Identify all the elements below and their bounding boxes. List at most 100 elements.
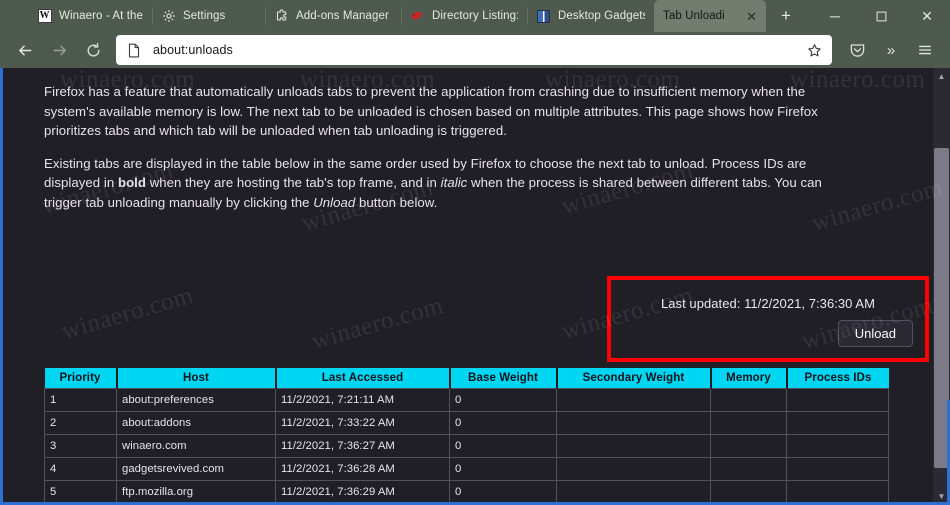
cell-process-ids <box>786 433 889 458</box>
column-header-base-weight[interactable]: Base Weight <box>449 368 558 388</box>
cell-secondary-weight <box>556 433 711 458</box>
minimize-button[interactable]: ─ <box>812 0 858 32</box>
unloads-table-container: Priority Host Last Accessed Base Weight … <box>44 368 889 505</box>
tab-label: Settings <box>183 10 226 22</box>
pocket-icon[interactable] <box>840 35 874 65</box>
gadgets-favicon <box>536 9 551 24</box>
close-window-button[interactable]: ✕ <box>904 0 950 32</box>
mozilla-dino-icon <box>410 9 425 24</box>
table-row[interactable]: 1 about:preferences 11/2/2021, 7:21:11 A… <box>44 387 889 412</box>
table-row[interactable]: 3 winaero.com 11/2/2021, 7:36:27 AM 0 <box>44 433 889 458</box>
column-header-memory[interactable]: Memory <box>710 368 788 388</box>
para2-bold-bold: bold <box>117 175 146 191</box>
tab-label: Winaero - At the c <box>59 10 143 22</box>
cell-memory <box>710 456 787 481</box>
close-icon[interactable]: ✕ <box>746 10 757 23</box>
last-updated-text: Last updated: 11/2/2021, 7:36:30 AM <box>660 296 875 311</box>
cell-base-weight: 0 <box>449 410 557 435</box>
cell-memory <box>710 410 787 435</box>
column-header-priority[interactable]: Priority <box>44 368 118 388</box>
cell-host: ftp.mozilla.org <box>116 479 276 504</box>
cell-host: winaero.com <box>116 433 276 458</box>
addons-puzzle-icon <box>274 9 289 24</box>
winaero-favicon: W <box>37 9 52 23</box>
address-bar[interactable]: about:unloads <box>116 35 832 65</box>
reload-icon[interactable] <box>76 35 110 65</box>
cell-host: gadgetsrevived.com <box>116 456 276 481</box>
column-header-host[interactable]: Host <box>116 368 277 388</box>
table-body: 1 about:preferences 11/2/2021, 7:21:11 A… <box>44 387 889 505</box>
hamburger-menu-icon[interactable] <box>908 35 942 65</box>
cell-last-accessed: 11/2/2021, 7:36:28 AM <box>275 456 450 481</box>
star-icon[interactable] <box>800 37 828 63</box>
column-header-process-ids[interactable]: Process IDs <box>786 368 889 388</box>
scroll-up-arrow-icon[interactable]: ▲ <box>933 68 950 85</box>
table-row[interactable]: 2 about:addons 11/2/2021, 7:33:22 AM 0 <box>44 410 889 435</box>
tab-tab-unloading[interactable]: Tab Unloading ✕ <box>654 0 766 32</box>
about-unloads-page: Firefox has a feature that automatically… <box>0 68 935 505</box>
cell-priority: 2 <box>44 410 117 435</box>
cell-last-accessed: 11/2/2021, 7:36:29 AM <box>275 479 450 504</box>
tab-settings[interactable]: Settings <box>152 0 265 32</box>
tab-label: Directory Listing: <box>432 10 518 22</box>
cell-memory <box>710 387 787 412</box>
unload-button[interactable]: Unload <box>837 320 913 347</box>
column-header-last-accessed[interactable]: Last Accessed <box>275 368 451 388</box>
cell-host: about:addons <box>116 410 276 435</box>
new-tab-button[interactable]: + <box>766 0 806 32</box>
cell-priority: 3 <box>44 433 117 458</box>
unload-control-highlight: Last updated: 11/2/2021, 7:36:30 AM Unlo… <box>607 276 929 362</box>
window-accent-border-left <box>0 68 3 505</box>
cell-last-accessed: 11/2/2021, 7:21:11 AM <box>275 387 450 412</box>
para2-part2: when they are hosting the tab's top fram… <box>146 175 441 191</box>
table-header-row: Priority Host Last Accessed Base Weight … <box>44 368 889 388</box>
tab-directory-listing[interactable]: Directory Listing: <box>401 0 527 32</box>
cell-priority: 5 <box>44 479 117 504</box>
cell-secondary-weight <box>556 410 711 435</box>
table-explanation-paragraph: Existing tabs are displayed in the table… <box>44 154 859 213</box>
cell-secondary-weight <box>556 479 711 504</box>
cell-process-ids <box>786 410 889 435</box>
tabstrip-left-pad <box>0 0 28 32</box>
back-icon[interactable] <box>8 35 42 65</box>
window-controls: ─ ✕ <box>812 0 950 32</box>
table-row[interactable]: 4 gadgetsrevived.com 11/2/2021, 7:36:28 … <box>44 456 889 481</box>
para2-italic-italic: italic <box>440 175 468 191</box>
tab-winaero[interactable]: W Winaero - At the c <box>28 0 152 32</box>
cell-memory <box>710 479 787 504</box>
cell-last-accessed: 11/2/2021, 7:33:22 AM <box>275 410 450 435</box>
para2-italic-unload: Unload <box>313 194 356 210</box>
navigation-toolbar: about:unloads » <box>0 32 950 68</box>
cell-process-ids <box>786 387 889 412</box>
cell-secondary-weight <box>556 387 711 412</box>
cell-base-weight: 0 <box>449 433 557 458</box>
column-header-secondary-weight[interactable]: Secondary Weight <box>556 368 712 388</box>
cell-base-weight: 0 <box>449 456 557 481</box>
cell-priority: 1 <box>44 387 117 412</box>
cell-base-weight: 0 <box>449 479 557 504</box>
table-row[interactable]: 5 ftp.mozilla.org 11/2/2021, 7:36:29 AM … <box>44 479 889 504</box>
cell-base-weight: 0 <box>449 387 557 412</box>
unload-button-row: Unload <box>611 311 925 347</box>
intro-paragraph: Firefox has a feature that automatically… <box>44 84 818 139</box>
url-text[interactable]: about:unloads <box>153 43 800 57</box>
tab-label: Tab Unloading <box>663 10 725 22</box>
tab-addons-manager[interactable]: Add-ons Manager <box>265 0 401 32</box>
cell-secondary-weight <box>556 456 711 481</box>
tab-desktop-gadgets[interactable]: Desktop Gadgets <box>527 0 654 32</box>
page-document-icon <box>126 42 142 58</box>
overflow-chevrons-icon[interactable]: » <box>874 35 908 65</box>
cell-priority: 4 <box>44 456 117 481</box>
maximize-button[interactable] <box>858 0 904 32</box>
page-content: Firefox has a feature that automatically… <box>0 68 950 505</box>
gear-icon <box>161 9 176 24</box>
tab-label: Desktop Gadgets <box>558 10 645 22</box>
unloads-table: Priority Host Last Accessed Base Weight … <box>44 368 889 505</box>
forward-icon[interactable] <box>42 35 76 65</box>
cell-process-ids <box>786 456 889 481</box>
tab-label: Add-ons Manager <box>296 10 389 22</box>
cell-memory <box>710 433 787 458</box>
table-head: Priority Host Last Accessed Base Weight … <box>44 368 889 388</box>
cell-last-accessed: 11/2/2021, 7:36:27 AM <box>275 433 450 458</box>
cell-process-ids <box>786 479 889 504</box>
